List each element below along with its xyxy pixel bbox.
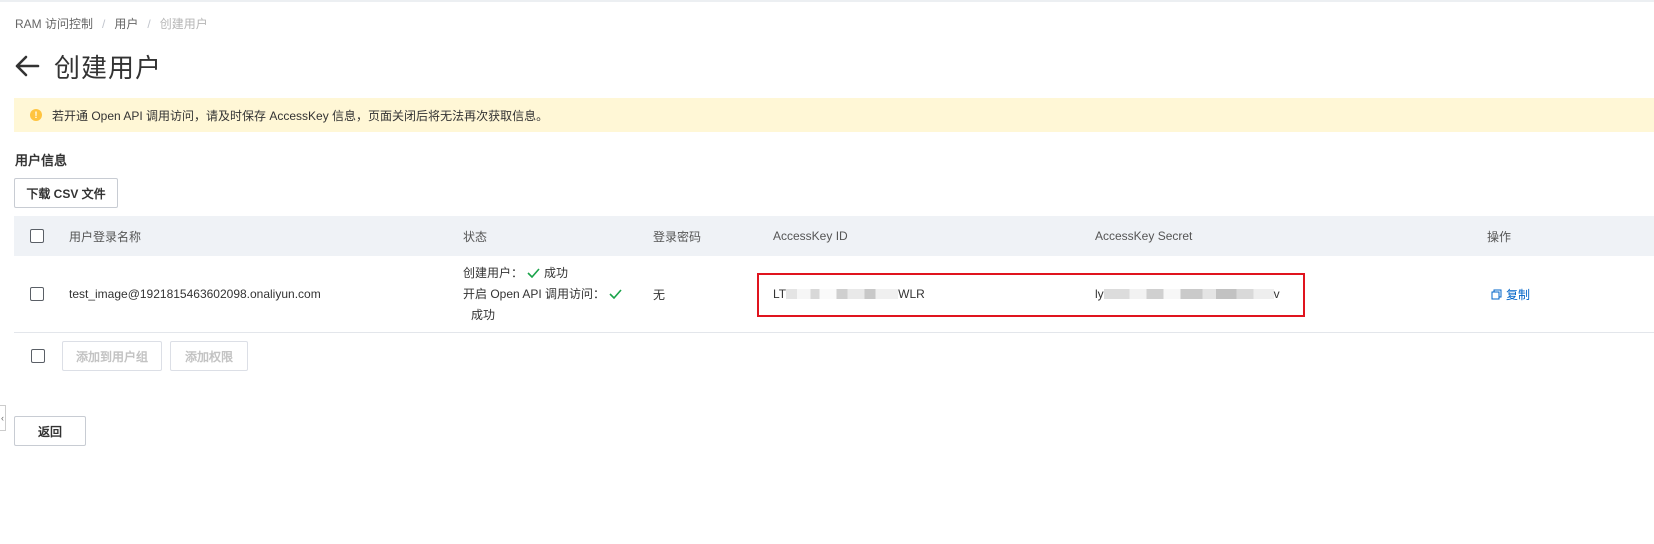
success-check-icon [609,289,622,300]
add-permission-button[interactable]: 添加权限 [170,341,248,371]
status-api: 开启 Open API 调用访问： [463,284,626,305]
access-key-highlight-box [757,273,1305,317]
top-border [0,0,1654,2]
header-access-key-id: AccessKey ID [773,229,848,243]
alert-text: 若开通 Open API 调用访问，请及时保存 AccessKey 信息，页面关… [52,108,549,123]
row-select-cell [30,256,44,332]
add-to-group-button[interactable]: 添加到用户组 [62,341,162,371]
password-value: 无 [653,287,666,302]
header-status: 状态 [463,229,488,244]
status-block: 创建用户： 成功 开启 Open API 调用访问： 成功 [463,263,626,326]
breadcrumb-ram[interactable]: RAM 访问控制 [15,15,93,32]
warning-icon: ! [30,109,42,121]
page-header: 创建用户 [14,46,162,86]
header-actions: 操作 [1487,229,1512,244]
status-create: 创建用户： 成功 [463,263,626,284]
status-create-result: 成功 [544,265,569,280]
success-check-icon [527,268,540,279]
row-checkbox[interactable] [30,287,44,301]
select-all-checkbox[interactable] [30,229,44,243]
status-api-result: 成功 [471,307,496,322]
status-cell: 创建用户： 成功 开启 Open API 调用访问： 成功 [463,256,626,332]
breadcrumb-current: 创建用户 [159,17,208,31]
download-csv-button[interactable]: 下载 CSV 文件 [14,178,118,208]
copy-button[interactable]: 复制 [1491,286,1530,303]
status-create-label: 创建用户： [463,265,524,280]
breadcrumb: RAM 访问控制 / 用户 / 创建用户 [15,15,208,32]
table-header: 用户登录名称 状态 登录密码 AccessKey ID AccessKey Se… [14,216,1654,256]
section-title: 用户信息 [15,153,68,168]
login-name: test_image@1921815463602098.onaliyun.com [69,287,321,301]
actions-cell: 复制 [1491,256,1530,332]
header-login-name: 用户登录名称 [69,229,142,244]
breadcrumb-users[interactable]: 用户 [114,15,138,32]
back-arrow-icon[interactable] [14,52,42,80]
back-button[interactable]: 返回 [14,416,86,446]
copy-icon [1491,289,1502,299]
page-title: 创建用户 [54,52,163,83]
copy-label: 复制 [1506,287,1531,302]
header-access-key-secret: AccessKey Secret [1095,229,1193,243]
bulk-select-checkbox[interactable] [31,349,45,363]
breadcrumb-separator: / [147,16,151,31]
status-api-label: 开启 Open API 调用访问： [463,286,606,301]
warning-alert: ! 若开通 Open API 调用访问，请及时保存 AccessKey 信息，页… [14,98,1654,132]
breadcrumb-separator: / [102,16,106,31]
header-password: 登录密码 [653,229,702,244]
collapse-handle-icon[interactable]: ‹ [0,405,6,431]
select-all-cell [30,216,44,256]
